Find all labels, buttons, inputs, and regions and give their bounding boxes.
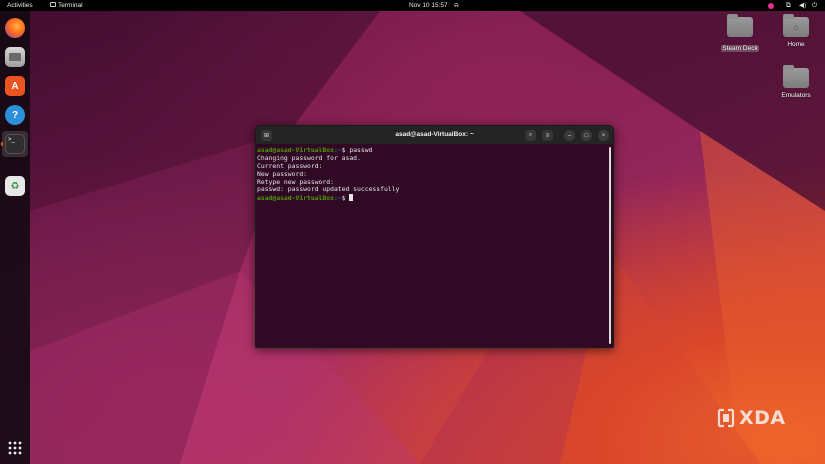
- app-menu[interactable]: Terminal: [50, 2, 83, 10]
- files-icon[interactable]: [5, 47, 25, 67]
- xda-brand-text: XDA: [739, 407, 786, 429]
- running-indicator: [1, 142, 3, 146]
- activities-button[interactable]: Activities: [7, 2, 33, 10]
- terminal-line: Current password:: [257, 161, 323, 170]
- desktop-icon-emulators[interactable]: Emulators: [776, 65, 816, 99]
- xda-logo-icon: [717, 408, 735, 428]
- help-icon[interactable]: ?: [5, 105, 25, 125]
- terminal-output[interactable]: asad@asad-VirtualBox:~$ passwd Changing …: [256, 144, 613, 347]
- prompt-user: asad@asad-VirtualBox: [257, 194, 334, 203]
- volume-icon[interactable]: ◀): [799, 2, 806, 10]
- maximize-icon[interactable]: □: [581, 130, 592, 141]
- folder-icon: [727, 14, 753, 37]
- terminal-scrollbar[interactable]: [608, 147, 611, 344]
- terminal-line: passwd: password updated successfully: [257, 185, 400, 194]
- dock: A ? >_ ♻: [0, 11, 30, 464]
- clock[interactable]: Nov 10 15:57: [409, 2, 448, 10]
- trash-icon[interactable]: ♻: [5, 176, 25, 196]
- files-drawer-shape: [9, 53, 21, 61]
- prompt-symbol: $: [341, 194, 350, 203]
- terminal-window[interactable]: ⊞ asad@asad-VirtualBox: ~ ⌕ ≡ – □ × asad…: [255, 125, 614, 348]
- terminal-title: asad@asad-VirtualBox: ~: [395, 131, 474, 138]
- app-menu-label: Terminal: [58, 1, 83, 9]
- terminal-titlebar[interactable]: ⊞ asad@asad-VirtualBox: ~ ⌕ ≡ – □ ×: [256, 126, 613, 144]
- prompt-path: :~: [333, 146, 342, 154]
- close-icon[interactable]: ×: [598, 130, 609, 141]
- text-cursor: [349, 194, 354, 202]
- terminal-command: passwd: [349, 146, 373, 154]
- prompt-user: asad@asad-VirtualBox: [257, 146, 334, 154]
- show-apps-icon[interactable]: [8, 441, 22, 455]
- minimize-icon[interactable]: –: [564, 130, 575, 141]
- network-icon[interactable]: ⧉: [786, 2, 791, 10]
- desktop-icon-steam-deck[interactable]: Steam Deck: [720, 14, 760, 55]
- desktop-icon-label: Steam Deck: [721, 45, 759, 52]
- terminal-line: asad@asad-VirtualBox:~$: [257, 194, 613, 202]
- xda-watermark: XDA: [716, 407, 786, 429]
- prompt-path: :~: [333, 194, 342, 203]
- privacy-indicator-icon[interactable]: [768, 2, 774, 9]
- terminal-app-icon: [50, 2, 56, 7]
- menu-icon[interactable]: ≡: [542, 130, 553, 141]
- desktop-icon-label: Emulators: [781, 92, 811, 99]
- folder-icon: [783, 65, 809, 88]
- firefox-icon[interactable]: [5, 18, 25, 38]
- desktop-icon-home[interactable]: ⌂ Home: [776, 14, 816, 48]
- terminal-icon[interactable]: >_: [5, 134, 25, 154]
- software-icon[interactable]: A: [5, 76, 25, 96]
- power-icon[interactable]: ⏻: [812, 2, 817, 10]
- desktop-icon-label: Home: [787, 41, 805, 48]
- show-apps-grid: [8, 441, 22, 455]
- top-bar: Activities Terminal Nov 10 15:57 ⍾ ⧉ ◀) …: [0, 0, 825, 11]
- home-folder-icon: ⌂: [783, 14, 809, 37]
- search-icon[interactable]: ⌕: [525, 130, 536, 141]
- notification-bell-icon[interactable]: ⍾: [454, 2, 459, 10]
